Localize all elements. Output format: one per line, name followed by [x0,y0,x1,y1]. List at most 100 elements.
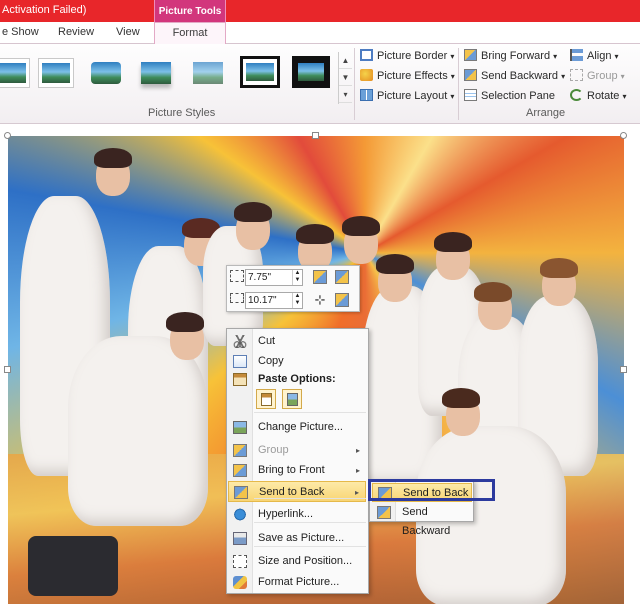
submenu-arrow-icon: ▸ [355,466,360,475]
dark-shoe [28,536,118,596]
person-hair [434,232,472,252]
menu-separator [254,522,366,523]
gallery-up-icon[interactable]: ▲ [339,52,352,69]
window-title: Activation Failed) [2,4,87,16]
style-thumb[interactable] [292,56,330,88]
person-hair [296,224,334,244]
rotate-button[interactable]: Rotate ▾ [570,89,627,107]
send-backward-icon [377,506,391,519]
style-thumb[interactable] [190,58,226,88]
save-icon [233,532,247,545]
resize-handle[interactable] [620,366,627,373]
style-thumb[interactable] [0,58,30,88]
title-bar: Activation Failed) [0,0,640,22]
menu-separator [254,412,366,413]
crop-icon[interactable]: ⊹ [313,293,327,307]
rotate-icon [570,89,583,101]
gallery-scroll[interactable]: ▲ ▼ ▾ [338,52,352,104]
scissors-icon [233,335,247,348]
tab-review[interactable]: Review [58,26,94,38]
person-hair [342,216,380,236]
copy-icon [233,355,247,368]
send-backward-button[interactable]: Send Backward ▾ [464,69,565,87]
picture-tools-header: Picture Tools [154,0,226,22]
style-thumb[interactable] [138,58,174,88]
clipboard-icon [233,373,247,386]
picture-layout-button[interactable]: Picture Layout ▾ [360,89,454,107]
submenu-arrow-icon: ▸ [354,488,359,497]
paste-picture-icon[interactable] [282,389,302,409]
height-field[interactable]: 7.75" ▲ ▼ [245,269,303,286]
picture-effects-icon [360,69,373,81]
height-spinner[interactable]: ▲ ▼ [292,270,302,285]
picture-styles-gallery: ▲ ▼ ▾ [0,46,352,106]
highlight-outline [368,479,495,501]
picture-styles-label: Picture Styles [148,107,216,119]
resize-handle[interactable] [620,132,627,139]
person-hair [234,202,272,222]
bring-forward-button[interactable]: Bring Forward ▾ [464,49,557,67]
ribbon: ▲ ▼ ▾ Picture Styles Picture Border ▾ Pi… [0,44,640,162]
menu-item-paste-options[interactable]: Paste Options: [228,369,366,390]
menu-separator [254,546,366,547]
person-hair [540,258,578,278]
person-hair [442,388,480,408]
menu-item-format-picture[interactable]: Format Picture... [228,572,366,593]
style-thumb-selected[interactable] [240,56,280,88]
menu-item-bring-to-front[interactable]: Bring to Front ▸ [228,460,366,481]
person-hair [376,254,414,274]
bring-forward-icon [464,49,477,61]
selection-pane-icon [464,89,477,101]
person-figure [68,336,208,526]
send-backward-icon [464,69,477,81]
selection-pane-button[interactable]: Selection Pane [464,89,555,107]
style-thumb[interactable] [38,58,74,88]
person-hair [94,148,132,168]
tab-slideshow[interactable]: e Show [2,26,39,38]
group-icon [570,69,583,81]
format-icon [233,576,247,589]
align-button[interactable]: Align ▾ [570,49,619,67]
menu-item-group[interactable]: Group ▸ [228,440,366,461]
style-thumb[interactable] [88,58,124,88]
divider [354,48,355,120]
picture-layout-icon [360,89,373,101]
submenu-arrow-icon: ▸ [355,446,360,455]
arrange-label: Arrange [526,107,566,119]
divider [458,48,459,120]
person-hair [166,312,204,332]
tab-view[interactable]: View [116,26,140,38]
hyperlink-icon [233,508,247,521]
bring-front-icon [233,464,247,477]
group-icon [233,444,247,457]
width-field[interactable]: 10.17" ▲ ▼ [245,292,303,309]
send-backward-icon[interactable] [335,270,349,284]
mini-toolbar: 7.75" ▲ ▼ 10.17" ▲ ▼ ⊹ [226,265,360,312]
shape-height-icon [230,270,244,282]
tab-format[interactable]: Format [154,22,226,45]
align-icon[interactable] [335,293,349,307]
align-icon [570,49,583,61]
picture-border-button[interactable]: Picture Border ▾ [360,49,454,67]
picture-border-icon [360,49,373,61]
ribbon-tabs: e Show Review View Format [0,22,640,45]
send-back-icon [234,486,248,499]
size-icon [233,555,247,568]
group-button[interactable]: Group ▾ [570,69,625,87]
person-hair [474,282,512,302]
resize-handle[interactable] [4,132,11,139]
menu-item-cut[interactable]: Cut [228,331,366,352]
gallery-down-icon[interactable]: ▼ [339,69,352,86]
submenu-item-send-backward[interactable]: Send Backward [372,503,472,537]
picture-icon [233,421,247,434]
gallery-more-icon[interactable]: ▾ [339,86,352,103]
width-spinner[interactable]: ▲ ▼ [292,293,302,308]
shape-width-icon [230,293,244,303]
picture-effects-button[interactable]: Picture Effects ▾ [360,69,455,87]
menu-item-change-picture[interactable]: Change Picture... [228,417,366,438]
resize-handle[interactable] [312,132,319,139]
paste-keep-formatting-icon[interactable] [256,389,276,409]
bring-forward-icon[interactable] [313,270,327,284]
resize-handle[interactable] [4,366,11,373]
menu-item-size-and-position[interactable]: Size and Position... [228,551,366,572]
